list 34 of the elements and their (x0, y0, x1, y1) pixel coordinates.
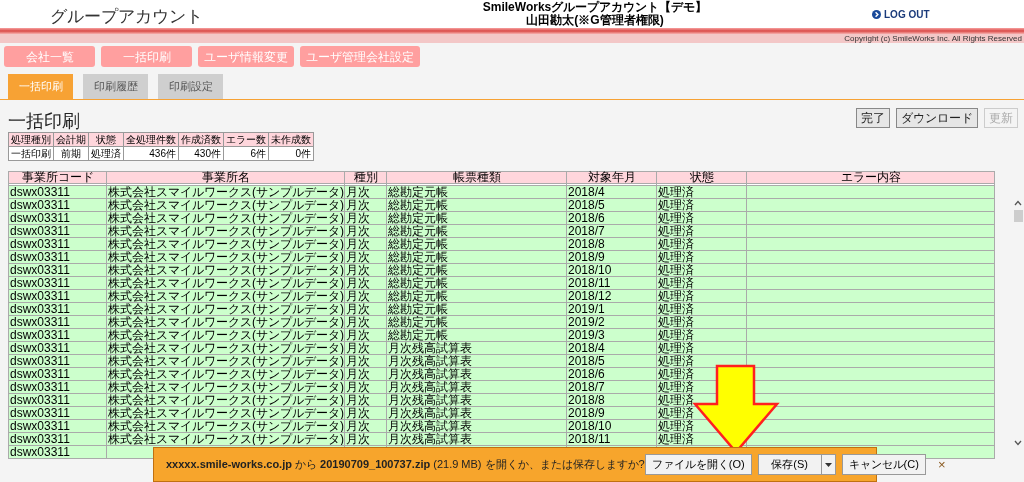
arrow-circle-icon (872, 10, 881, 19)
service-name: SmileWorksグループアカウント【デモ】 (482, 1, 708, 14)
user-name: 山田勘太(※G管理者権限) (526, 14, 664, 27)
copyright-text: Copyright (c) SmileWorks Inc. All Rights Reserved (844, 34, 1022, 43)
action-button[interactable]: 完了 (856, 108, 890, 128)
tab[interactable]: 印刷設定 (158, 74, 223, 99)
app-title: グループアカウント (50, 6, 203, 28)
table-header: エラー数 (223, 132, 269, 147)
table-header: 作成済数 (178, 132, 224, 147)
dialog-button[interactable]: キャンセル(C) (841, 454, 926, 475)
column-header: 事業所コード (8, 171, 107, 184)
scroll-up-icon[interactable] (1014, 200, 1022, 206)
scroll-down-icon[interactable] (1014, 440, 1022, 446)
close-button[interactable]: × (937, 454, 946, 475)
column-header: 対象年月 (566, 171, 657, 184)
action-button[interactable]: ダウンロード (896, 108, 978, 128)
column-header: 帳票種類 (386, 171, 567, 184)
dialog-button[interactable]: ファイルを開く(O) (644, 454, 752, 475)
column-header: 状態 (656, 171, 747, 184)
page-title: 一括印刷 (8, 110, 80, 132)
scrollbar-thumb[interactable] (1014, 210, 1023, 222)
table-header: 全処理件数 (123, 132, 179, 147)
table-header: 状態 (88, 132, 124, 147)
column-header: 種別 (344, 171, 387, 184)
table-header: 処理種別 (8, 132, 54, 147)
column-header: エラー内容 (746, 171, 995, 184)
caret-icon (824, 462, 832, 467)
column-header: 事業所名 (106, 171, 345, 184)
logout-link[interactable]: LOG OUT (872, 7, 930, 22)
save-button[interactable]: 保存(S) (757, 454, 822, 475)
tab[interactable]: 印刷履歴 (83, 74, 148, 99)
table-header: 会計期 (53, 132, 89, 147)
table-header: 未作成数 (268, 132, 314, 147)
download-message: xxxxx.smile-works.co.jp から 20190709_100737.zip (21.9 MB) を開くか、または保存しますか? (166, 457, 645, 473)
